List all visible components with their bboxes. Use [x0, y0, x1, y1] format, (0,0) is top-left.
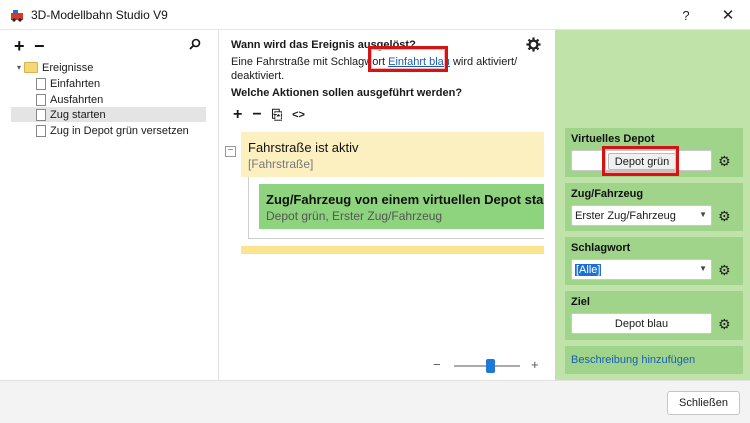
zoom-slider-thumb[interactable]	[486, 359, 496, 373]
keyword-link[interactable]: Einfahrt blau	[388, 56, 450, 68]
vehicle-select[interactable]: Erster Zug/Fahrzeug ▼	[571, 205, 712, 226]
add-event-button[interactable]: +	[14, 37, 25, 55]
footer-bar: Schließen	[0, 380, 750, 423]
gear-icon[interactable]: ⚙	[718, 316, 731, 333]
trigger-description: Eine Fahrstraße mit Schlagwort Einfahrt …	[231, 55, 531, 83]
action-title: Zug/Fahrzeug von einem virtuellen Depot …	[266, 192, 544, 207]
tree-item-einfahrten[interactable]: Einfahrten	[36, 76, 206, 91]
actions-toolbar: + − ⎘ <>	[233, 106, 305, 124]
close-button[interactable]: Schließen	[667, 391, 740, 415]
remove-event-button[interactable]: −	[34, 37, 45, 55]
remove-action-button[interactable]: −	[252, 106, 261, 124]
document-icon	[36, 108, 46, 121]
event-editor-panel: Wann wird das Ereignis ausgelöst? Eine F…	[220, 30, 554, 380]
trigger-desc-suffix: wird aktiviert/	[449, 56, 518, 68]
document-icon	[36, 93, 46, 106]
gear-icon[interactable]	[526, 37, 541, 52]
target-value: Depot blau	[614, 317, 669, 330]
chevron-down-icon: ▼	[699, 210, 707, 219]
document-icon	[36, 124, 46, 137]
app-logo-icon	[11, 10, 23, 22]
keyword-label: Schlagwort	[571, 242, 631, 254]
block-connector	[248, 177, 249, 239]
block-connector	[248, 238, 544, 239]
gear-icon[interactable]: ⚙	[718, 153, 731, 170]
virtual-depot-field[interactable]: Depot grün	[571, 150, 712, 171]
target-field[interactable]: Depot blau	[571, 313, 712, 334]
tree-item-ausfahrten[interactable]: Ausfahrten	[36, 92, 206, 107]
zoom-control: − +	[433, 357, 545, 373]
action-block[interactable]: Zug/Fahrzeug von einem virtuellen Depot …	[259, 184, 544, 229]
vehicle-label: Zug/Fahrzeug	[571, 188, 644, 200]
close-window-button[interactable]: ✕	[710, 0, 746, 30]
window-title: 3D-Modellbahn Studio V9	[31, 8, 168, 22]
tree-item-zug-in-depot[interactable]: Zug in Depot grün versetzen	[36, 123, 211, 138]
condition-title: Fahrstraße ist aktiv	[248, 140, 359, 155]
vehicle-value: Erster Zug/Fahrzeug	[575, 209, 676, 222]
virtual-depot-value[interactable]: Depot grün	[608, 153, 676, 170]
search-icon[interactable]	[189, 38, 201, 50]
description-group: Beschreibung hinzufügen	[565, 346, 743, 374]
document-icon	[36, 77, 46, 90]
keyword-group: Schlagwort [Alle] ▼ ⚙	[565, 237, 743, 285]
vehicle-group: Zug/Fahrzeug Erster Zug/Fahrzeug ▼ ⚙	[565, 183, 743, 231]
chevron-down-icon[interactable]: ▾	[14, 63, 24, 72]
tree-item-label: Einfahrten	[50, 77, 101, 90]
gear-icon[interactable]: ⚙	[718, 262, 731, 279]
keyword-value: [Alle]	[575, 263, 602, 276]
tree-item-label: Zug in Depot grün versetzen	[50, 124, 189, 137]
properties-panel: Virtuelles Depot Depot grün ⚙ Zug/Fahrze…	[555, 30, 750, 380]
zoom-out-button[interactable]: −	[433, 357, 441, 372]
zoom-in-button[interactable]: +	[531, 357, 539, 372]
tree-root-ereignisse[interactable]: ▾ Ereignisse	[14, 60, 204, 75]
event-tree-panel: + − ▾ Ereignisse Einfahrten Ausfahrten Z…	[0, 30, 219, 380]
folder-icon	[24, 62, 38, 73]
trigger-desc-line2: deaktiviert.	[231, 70, 285, 82]
tree-root-label: Ereignisse	[42, 61, 94, 74]
virtual-depot-group: Virtuelles Depot Depot grün ⚙	[565, 128, 743, 177]
help-button[interactable]: ?	[668, 0, 704, 30]
condition-block-end	[241, 246, 544, 254]
trigger-desc-prefix: Eine Fahrstraße mit Schlagwort	[231, 56, 389, 68]
tree-item-label: Zug starten	[50, 108, 106, 121]
target-label: Ziel	[571, 296, 590, 308]
tree-item-zug-starten[interactable]: Zug starten	[11, 107, 206, 122]
add-description-link[interactable]: Beschreibung hinzufügen	[571, 354, 695, 366]
keyword-select[interactable]: [Alle] ▼	[571, 259, 712, 280]
target-group: Ziel Depot blau ⚙	[565, 291, 743, 340]
action-subtitle: Depot grün, Erster Zug/Fahrzeug	[266, 209, 443, 223]
condition-subtitle: [Fahrstraße]	[248, 157, 314, 171]
title-bar: 3D-Modellbahn Studio V9 ? ✕	[0, 0, 750, 30]
actions-question: Welche Aktionen sollen ausgeführt werden…	[231, 87, 463, 99]
trigger-question: Wann wird das Ereignis ausgelöst?	[231, 39, 416, 51]
collapse-toggle[interactable]: −	[225, 146, 236, 157]
copy-icon[interactable]: ⎘	[272, 107, 282, 123]
add-action-button[interactable]: +	[233, 106, 242, 124]
tree-item-label: Ausfahrten	[50, 93, 104, 106]
gear-icon[interactable]: ⚙	[718, 208, 731, 225]
chevron-down-icon: ▼	[699, 264, 707, 273]
code-view-button[interactable]: <>	[292, 109, 305, 121]
virtual-depot-label: Virtuelles Depot	[571, 133, 655, 145]
